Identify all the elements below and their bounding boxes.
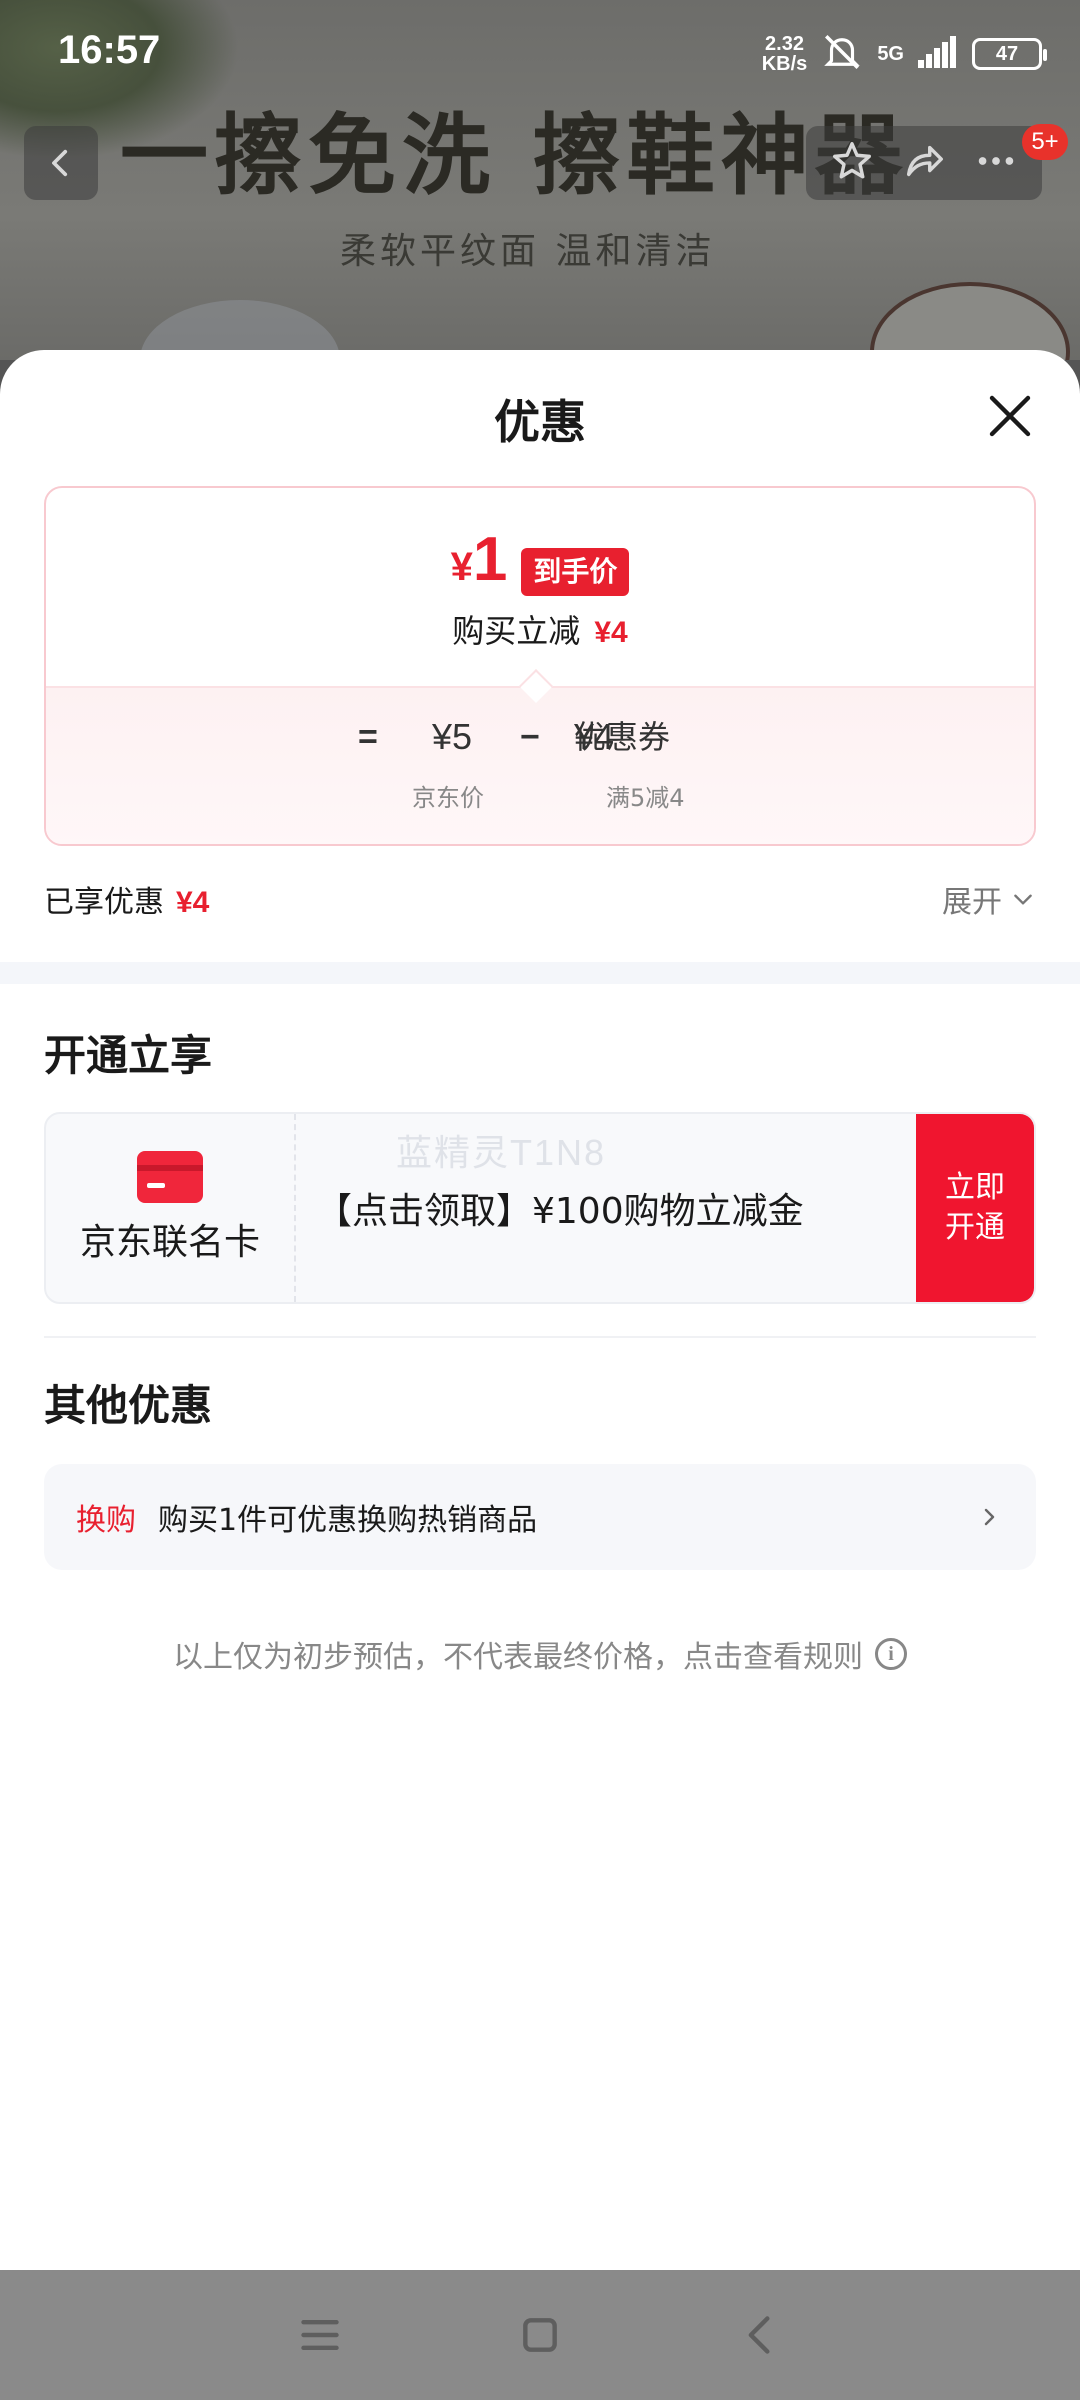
coupon-condition: 满5减4 — [606, 784, 685, 812]
instant-reduction-amount: ¥4 — [594, 616, 628, 649]
status-icons: 2.32 KB/s 5G 47 — [762, 30, 1047, 78]
price-disclaimer-link[interactable]: 以上仅为初步预估，不代表最终价格，点击查看规则 i — [0, 1632, 1080, 1676]
trade-in-tag: 换购 — [76, 1503, 136, 1538]
enjoyed-discount-label: 已享优惠 — [44, 885, 164, 920]
jd-price-label: 京东价 — [412, 784, 484, 812]
star-icon[interactable] — [829, 138, 875, 188]
square-icon — [523, 2318, 557, 2352]
final-price-row: ¥1 到手价 — [46, 529, 1034, 604]
status-time: 16:57 — [58, 28, 161, 72]
open-now-label-line1: 立即 — [945, 1170, 1005, 1205]
final-price-amount: 1 — [472, 525, 508, 594]
card-name: 京东联名卡 — [79, 1222, 260, 1263]
signal-icon — [918, 36, 958, 72]
home-button[interactable] — [510, 2305, 570, 2365]
product-thumbnail — [870, 282, 1070, 360]
back-triangle-icon — [748, 2316, 770, 2354]
jd-price-value: ¥5 — [432, 716, 473, 757]
close-icon — [989, 395, 1031, 437]
section-divider — [0, 962, 1080, 984]
close-button[interactable] — [980, 386, 1040, 446]
open-now-label-line2: 开通 — [945, 1210, 1005, 1245]
cart-count-badge: 5+ — [1022, 124, 1068, 160]
sheet-title: 优惠 — [494, 395, 586, 449]
price-breakdown-card: ¥1 到手价 购买立减 ¥4 = ¥5 − 优惠券 ¥4 京东价 满5减4 — [44, 486, 1036, 846]
other-section-title: 其他优惠 — [44, 1381, 213, 1430]
trade-in-offer-row[interactable]: 换购 购买1件可优惠换购热销商品 — [44, 1464, 1036, 1570]
equals-sign: = — [358, 718, 378, 756]
final-price-currency: ¥ — [450, 545, 473, 589]
share-icon[interactable] — [901, 138, 947, 188]
menu-icon — [301, 2319, 339, 2351]
recent-apps-button[interactable] — [290, 2305, 350, 2365]
final-price-tag: 到手价 — [521, 548, 630, 596]
back-nav-button[interactable] — [730, 2305, 790, 2365]
co-branded-card-offer[interactable]: 京东联名卡 蓝精灵T1N8 【点击领取】¥100购物立减金 立即 开通 — [44, 1112, 1036, 1304]
network-speed-value: 2.32 — [765, 33, 804, 55]
price-calculation-section: = ¥5 − 优惠券 ¥4 京东价 满5减4 — [46, 686, 1034, 844]
disclaimer-text: 以上仅为初步预估，不代表最终价格，点击查看规则 — [173, 1640, 863, 1675]
enjoyed-discount: 已享优惠 ¥4 — [44, 877, 209, 921]
instant-reduction-row: 购买立减 ¥4 — [46, 606, 1034, 652]
coupon-label: 优惠券 — [574, 718, 671, 756]
open-now-label: 立即 开通 — [945, 1168, 1005, 1248]
coupon-deduction: 优惠券 ¥4 — [574, 712, 670, 763]
price-calculation-row: = ¥5 − 优惠券 ¥4 — [46, 712, 1034, 762]
instant-reduction-label: 购买立减 — [452, 612, 581, 650]
enjoyed-discount-row: 已享优惠 ¥4 展开 — [44, 876, 1036, 922]
info-icon: i — [875, 1638, 907, 1670]
back-button[interactable] — [24, 126, 98, 200]
final-price: ¥1 — [450, 529, 508, 604]
mute-bell-icon — [821, 31, 863, 77]
final-price-section: ¥1 到手价 购买立减 ¥4 — [46, 488, 1034, 686]
network-speed: 2.32 KB/s — [762, 34, 808, 74]
divider — [44, 1336, 1036, 1338]
network-type-label: 5G — [877, 42, 904, 65]
open-section-title: 开通立享 — [44, 1031, 213, 1080]
credit-card-icon — [137, 1151, 203, 1203]
status-bar: 16:57 2.32 KB/s 5G 47 — [0, 0, 1080, 100]
battery-indicator: 47 — [972, 38, 1047, 70]
discount-sheet: 优惠 ¥1 到手价 购买立减 ¥4 = ¥5 − 优惠券 ¥4 京东价 满5减4… — [0, 350, 1080, 2270]
card-offer-text: 【点击领取】¥100购物立减金 — [316, 1191, 804, 1232]
chevron-left-icon — [52, 149, 68, 177]
product-banner-subheadline: 柔软平纹面 温和清洁 — [340, 231, 716, 272]
system-navigation-bar — [0, 2270, 1080, 2400]
network-speed-unit: KB/s — [761, 53, 808, 75]
minus-sign: − — [520, 718, 540, 756]
trade-in-text: 购买1件可优惠换购热销商品 — [158, 1503, 538, 1538]
expand-label: 展开 — [942, 885, 1002, 920]
chevron-down-icon — [1014, 894, 1032, 905]
open-now-button[interactable]: 立即 开通 — [916, 1114, 1034, 1302]
expand-button[interactable]: 展开 — [942, 877, 1036, 921]
card-brand: 京东联名卡 — [46, 1114, 296, 1302]
more-icon[interactable] — [973, 138, 1019, 188]
enjoyed-discount-amount: ¥4 — [176, 886, 210, 919]
chevron-right-icon — [974, 1502, 1004, 1532]
header-actions — [806, 126, 1042, 200]
